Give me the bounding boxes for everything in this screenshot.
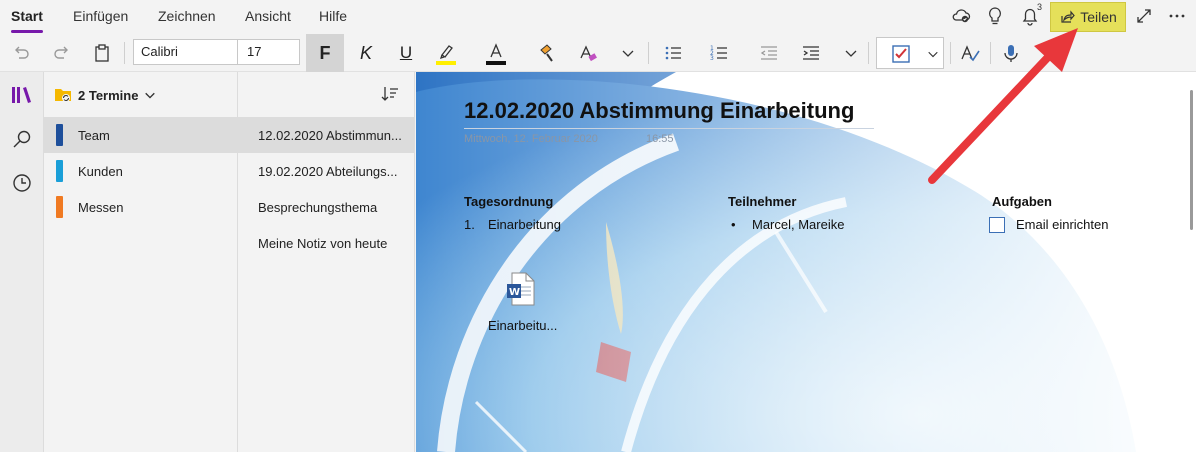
undo-icon[interactable] <box>8 40 34 66</box>
tab-einfuegen[interactable]: Einfügen <box>73 8 128 24</box>
italic-button[interactable]: K <box>353 40 379 66</box>
font-size-field[interactable]: 17 <box>237 39 300 65</box>
svg-text:W: W <box>509 287 520 298</box>
numbered-list-icon[interactable]: 123 <box>706 40 732 66</box>
section-color-tab <box>56 196 63 218</box>
section-color-tab <box>56 160 63 182</box>
sections-panel: 2 Termine Team Kunden Messen <box>44 72 238 452</box>
section-item-kunden[interactable]: Kunden <box>44 153 238 189</box>
vertical-scrollbar[interactable] <box>1190 90 1193 230</box>
toolbar-separator <box>950 42 951 64</box>
font-color-icon[interactable] <box>483 40 509 66</box>
font-name-field[interactable]: Calibri <box>133 39 238 65</box>
onenote-window: Start Einfügen Zeichnen Ansicht Hilfe 3 … <box>0 0 1196 452</box>
title-underline <box>464 128 874 129</box>
toolbar-separator <box>124 42 125 64</box>
notebook-selector[interactable]: 2 Termine <box>54 86 156 104</box>
section-item-team[interactable]: Team <box>44 117 238 153</box>
page-background-image <box>416 72 1196 452</box>
todo-checkbox[interactable] <box>989 217 1005 233</box>
share-icon <box>1061 10 1075 23</box>
bullet-list-icon[interactable] <box>660 40 686 66</box>
section-item-messen[interactable]: Messen <box>44 189 238 225</box>
pages-panel: 12.02.2020 Abstimmun... 19.02.2020 Abtei… <box>238 72 415 452</box>
chevron-down-icon <box>145 92 156 99</box>
note-canvas[interactable]: 12.02.2020 Abstimmung Einarbeitung Mittw… <box>416 72 1196 452</box>
expand-icon[interactable] <box>1133 5 1155 27</box>
ribbon-toolbar: Calibri 17 F K U 123 <box>0 34 1196 72</box>
search-icon[interactable] <box>9 126 35 152</box>
format-painter-icon[interactable] <box>535 40 561 66</box>
spelling-icon[interactable] <box>957 40 983 66</box>
page-item[interactable]: 19.02.2020 Abteilungs... <box>238 153 415 189</box>
chevron-down-icon[interactable] <box>1036 40 1062 66</box>
section-label: Kunden <box>78 163 123 179</box>
tasks-heading[interactable]: Aufgaben <box>992 194 1052 209</box>
notebook-sync-icon <box>55 89 71 102</box>
section-color-tab <box>56 124 63 146</box>
chevron-down-icon[interactable] <box>615 40 641 66</box>
chevron-down-icon <box>928 51 938 58</box>
participants-heading[interactable]: Teilnehmer <box>728 194 796 209</box>
tab-ansicht[interactable]: Ansicht <box>245 8 291 24</box>
tab-start[interactable]: Start <box>11 8 43 33</box>
agenda-heading[interactable]: Tagesordnung <box>464 194 553 209</box>
bullet-icon: • <box>731 217 736 232</box>
highlight-icon[interactable] <box>433 40 459 66</box>
participants-item[interactable]: Marcel, Mareike <box>752 217 844 232</box>
lightbulb-icon[interactable] <box>984 5 1006 27</box>
task-item[interactable]: Email einrichten <box>1016 217 1109 232</box>
page-title[interactable]: 12.02.2020 Abstimmung Einarbeitung <box>464 98 854 124</box>
page-item[interactable]: Besprechungsthema <box>238 189 415 225</box>
section-label: Team <box>78 127 110 143</box>
increase-indent-icon[interactable] <box>798 40 824 66</box>
redo-icon[interactable] <box>49 40 75 66</box>
page-item[interactable]: 12.02.2020 Abstimmun... <box>238 117 415 153</box>
toolbar-separator <box>990 42 991 64</box>
notification-count: 3 <box>1037 2 1043 12</box>
share-button[interactable]: Teilen <box>1050 2 1126 32</box>
menu-bar: Start Einfügen Zeichnen Ansicht Hilfe 3 … <box>0 0 1196 34</box>
section-label: Messen <box>78 199 124 215</box>
decrease-indent-icon[interactable] <box>756 40 782 66</box>
page-date: Mittwoch, 12. Februar 2020 <box>464 133 598 145</box>
clipboard-icon[interactable] <box>89 40 115 66</box>
agenda-item-number: 1. <box>464 217 475 232</box>
clear-formatting-icon[interactable] <box>575 40 601 66</box>
tab-hilfe[interactable]: Hilfe <box>319 8 347 24</box>
recent-clock-icon[interactable] <box>9 170 35 196</box>
page-item[interactable]: Meine Notiz von heute <box>238 225 415 261</box>
attachment-label[interactable]: Einarbeitu... <box>488 318 557 333</box>
todo-checkbox-icon <box>892 45 910 63</box>
chevron-down-icon[interactable] <box>838 40 864 66</box>
dictate-microphone-icon[interactable] <box>998 40 1024 66</box>
page-time: 16:55 <box>646 133 674 145</box>
navigation-rail <box>0 72 44 452</box>
more-options-icon[interactable] <box>1166 5 1188 27</box>
toolbar-separator <box>868 42 869 64</box>
bold-button[interactable]: F <box>306 34 344 72</box>
share-label: Teilen <box>1080 9 1117 25</box>
word-document-icon[interactable]: W <box>506 272 536 306</box>
agenda-item[interactable]: Einarbeitung <box>488 217 561 232</box>
notebook-title: 2 Termine <box>78 87 139 103</box>
sync-cloud-icon[interactable] <box>950 5 972 27</box>
svg-text:3: 3 <box>710 55 714 62</box>
tag-dropdown[interactable] <box>876 37 944 69</box>
tab-zeichnen[interactable]: Zeichnen <box>158 8 216 24</box>
sort-pages-icon[interactable] <box>380 84 400 104</box>
notebooks-icon[interactable] <box>9 82 35 108</box>
underline-button[interactable]: U <box>393 40 419 66</box>
toolbar-separator <box>648 42 649 64</box>
